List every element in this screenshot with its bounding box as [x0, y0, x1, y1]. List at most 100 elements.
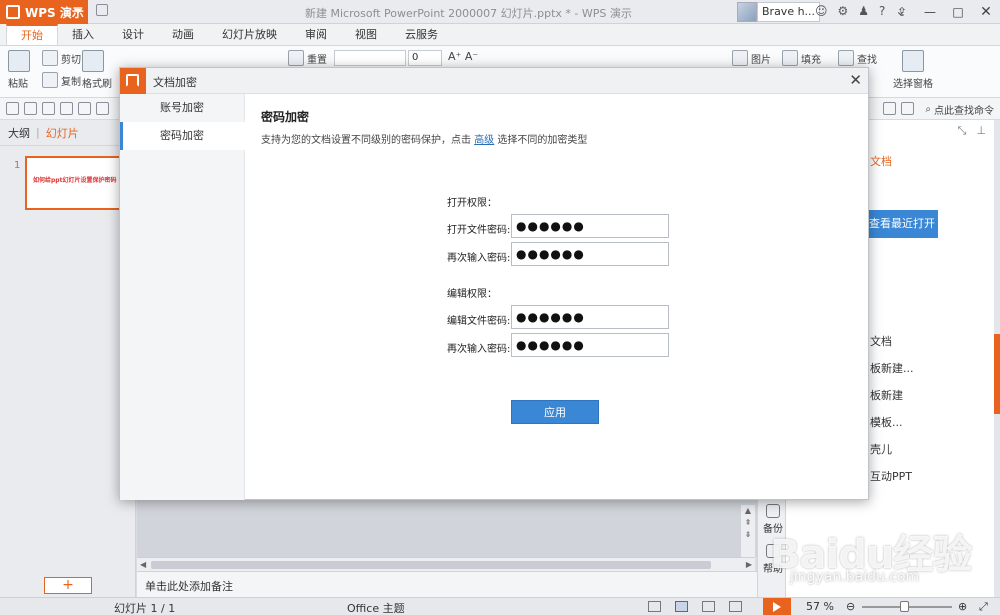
- tab-design[interactable]: 设计: [108, 24, 158, 45]
- next-slide-icon[interactable]: ⇟: [741, 529, 755, 541]
- reset-button[interactable]: 重置: [288, 50, 327, 66]
- user-area[interactable]: Brave h...: [737, 2, 821, 22]
- scroll-thumb[interactable]: [151, 561, 711, 569]
- zoom-slider-knob[interactable]: [900, 601, 910, 612]
- avatar[interactable]: [737, 2, 757, 22]
- slide-panel: 大纲 | 幻灯片 1 如何给ppt幻灯片设置保护密码 +: [0, 120, 136, 597]
- add-slide-button[interactable]: +: [44, 577, 92, 594]
- view-switcher: [648, 601, 742, 612]
- nav-password-encrypt[interactable]: 密码加密: [120, 122, 245, 150]
- tab-review[interactable]: 审阅: [291, 24, 341, 45]
- tab-home[interactable]: 开始: [6, 24, 58, 45]
- scroll-right-icon[interactable]: ▶: [746, 560, 752, 569]
- app-menu-button[interactable]: WPS 演示: [0, 0, 88, 24]
- tab-slideshow[interactable]: 幻灯片放映: [208, 24, 291, 45]
- doc-icon[interactable]: [96, 4, 108, 16]
- sorter-view-icon[interactable]: [702, 601, 715, 612]
- pin-icon[interactable]: ⇪: [888, 0, 916, 24]
- task-link[interactable]: 板新建...: [870, 360, 914, 376]
- task-link[interactable]: 模板...: [870, 414, 903, 430]
- close-icon[interactable]: ✕: [849, 72, 862, 88]
- tab-separator: |: [36, 126, 40, 139]
- task-link[interactable]: 壳儿: [870, 441, 892, 457]
- zoom-in-icon[interactable]: ⊕: [958, 600, 967, 613]
- fill-button[interactable]: 填充: [782, 50, 821, 66]
- horizontal-scrollbar[interactable]: ◀ ▶: [137, 557, 755, 571]
- paste-button[interactable]: 粘贴: [8, 50, 30, 90]
- notes-area[interactable]: 单击此处添加备注: [137, 571, 757, 597]
- tab-outline[interactable]: 大纲: [8, 125, 30, 141]
- doc-tools-icon[interactable]: [883, 102, 896, 115]
- shirt-icon[interactable]: ♟: [858, 4, 869, 18]
- open-icon[interactable]: [6, 102, 19, 115]
- prev-slide-icon[interactable]: ⇞: [741, 517, 755, 529]
- help-icon[interactable]: ?: [879, 4, 885, 18]
- side-tab-handle[interactable]: [994, 334, 1000, 414]
- find-command[interactable]: ⌕ 点此查找命令: [925, 102, 994, 117]
- task-link[interactable]: 互动PPT: [870, 468, 912, 484]
- tab-slides[interactable]: 幻灯片: [46, 125, 79, 141]
- pin-icon[interactable]: ⊥: [976, 124, 986, 138]
- edit-confirm-input[interactable]: [511, 333, 669, 357]
- picture-button[interactable]: 图片: [732, 50, 771, 66]
- slide-thumb-text: 如何给ppt幻灯片设置保护密码: [33, 177, 117, 184]
- fit-window-icon[interactable]: ⤢: [979, 600, 988, 614]
- backup-icon: [766, 504, 780, 518]
- scroll-up-icon[interactable]: ▲: [741, 505, 755, 517]
- quick-access-toolbar: [96, 4, 108, 16]
- advanced-link[interactable]: 高级: [474, 135, 494, 146]
- slide-count: 幻灯片 1 / 1: [114, 602, 176, 615]
- close-icon[interactable]: ✕: [972, 0, 1000, 24]
- status-bar: 幻灯片 1 / 1 Office 主题 57 % ⊖ ⊕ ⤢: [0, 597, 1000, 615]
- tab-animation[interactable]: 动画: [158, 24, 208, 45]
- play-slideshow-button[interactable]: [763, 598, 791, 615]
- task-link[interactable]: 文档: [870, 333, 892, 349]
- task-link[interactable]: 板新建: [870, 387, 903, 403]
- find-button[interactable]: 查找: [838, 50, 877, 66]
- font-name-select[interactable]: [334, 50, 406, 66]
- zoom-out-icon[interactable]: ⊖: [846, 600, 855, 613]
- font-size-select[interactable]: 0: [408, 50, 442, 66]
- preview-icon[interactable]: [78, 102, 91, 115]
- vertical-scrollbar[interactable]: ▲ ⇞ ⇟: [741, 505, 755, 557]
- edit-password-label: 编辑文件密码:: [447, 316, 511, 327]
- open-password-input[interactable]: [511, 214, 669, 238]
- tab-view[interactable]: 视图: [341, 24, 391, 45]
- save-icon[interactable]: [24, 102, 37, 115]
- cut-button[interactable]: 剪切: [42, 50, 81, 66]
- skin-icon[interactable]: ☺: [815, 4, 828, 18]
- collapse-icon[interactable]: ⤡: [958, 124, 967, 138]
- open-confirm-input[interactable]: [511, 242, 669, 266]
- picture-label: 图片: [751, 54, 771, 66]
- scissors-icon: [42, 50, 58, 66]
- description-text-end: 选择不同的加密类型: [497, 135, 588, 146]
- select-pane-button[interactable]: 选择窗格: [893, 50, 933, 90]
- right-edge-bar: [994, 120, 1000, 597]
- undo-icon[interactable]: [96, 102, 109, 115]
- brush-icon: [82, 50, 104, 72]
- reading-view-icon[interactable]: [729, 601, 742, 612]
- export-icon[interactable]: [42, 102, 55, 115]
- apply-button[interactable]: 应用: [511, 400, 599, 424]
- tab-insert[interactable]: 插入: [58, 24, 108, 45]
- view-recent-button[interactable]: 查看最近打开: [866, 210, 938, 238]
- window-controls: ⇪ — □ ✕: [888, 0, 1000, 24]
- layout-icon[interactable]: [901, 102, 914, 115]
- edit-password-input[interactable]: [511, 305, 669, 329]
- tab-cloud[interactable]: 云服务: [391, 24, 452, 45]
- scroll-left-icon[interactable]: ◀: [140, 560, 146, 569]
- copy-button[interactable]: 复制: [42, 72, 81, 88]
- settings-icon[interactable]: ⚙: [838, 4, 849, 18]
- format-painter-button[interactable]: 格式刷: [82, 50, 112, 90]
- reset-icon: [288, 50, 304, 66]
- document-title: 新建 Microsoft PowerPoint 2000007 幻灯片.pptx…: [305, 7, 632, 20]
- normal-view-icon[interactable]: [675, 601, 688, 612]
- maximize-icon[interactable]: □: [944, 0, 972, 24]
- nav-account-encrypt[interactable]: 账号加密: [120, 94, 245, 122]
- print-icon[interactable]: [60, 102, 73, 115]
- minimize-icon[interactable]: —: [916, 0, 944, 24]
- font-grow-button[interactable]: A⁺ A⁻: [448, 50, 478, 63]
- user-name[interactable]: Brave h...: [757, 2, 821, 22]
- paste-label: 粘贴: [8, 79, 28, 90]
- notes-view-icon[interactable]: [648, 601, 661, 612]
